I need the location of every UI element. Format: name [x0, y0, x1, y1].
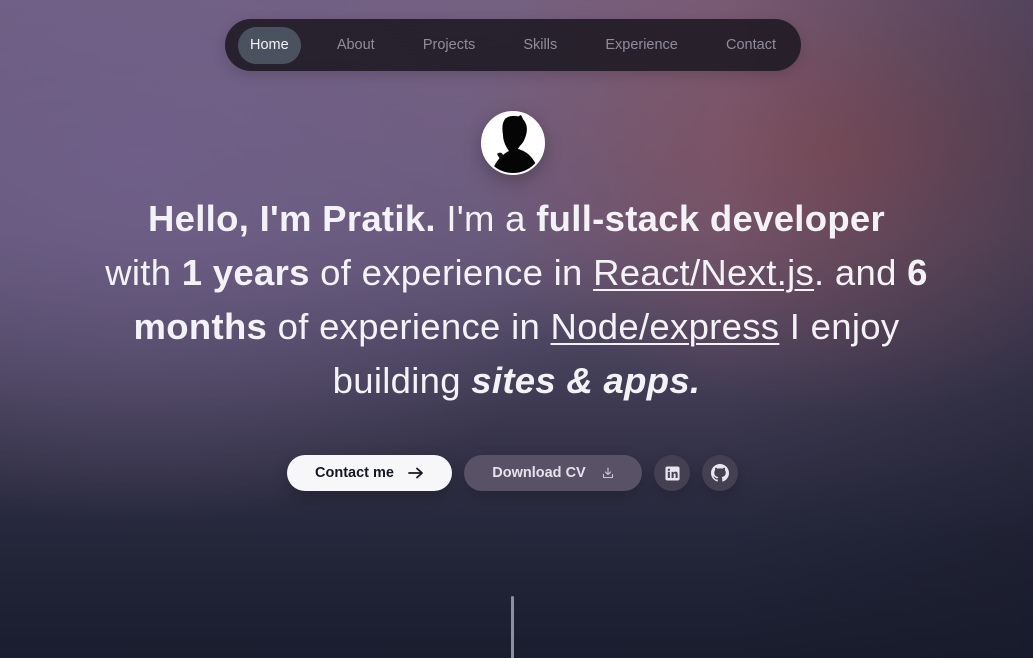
download-icon	[602, 467, 614, 479]
nav-skills[interactable]: Skills	[511, 27, 569, 64]
hero-years: 1 years	[181, 252, 310, 293]
react-next-link[interactable]: React/Next.js	[593, 252, 814, 293]
arrow-right-icon	[408, 467, 424, 479]
download-cv-label: Download CV	[492, 465, 586, 481]
linkedin-icon	[664, 465, 680, 481]
top-navigation: Home About Projects Skills Experience Co…	[225, 19, 801, 71]
hero-text: with	[105, 252, 182, 293]
hero-greeting: Hello, I'm Pratik.	[147, 198, 436, 239]
contact-me-label: Contact me	[315, 465, 394, 481]
hero-sites-apps: sites & apps.	[471, 360, 701, 401]
hero-text: . and	[814, 252, 908, 293]
profile-avatar	[481, 111, 545, 175]
nav-contact[interactable]: Contact	[714, 27, 788, 64]
hero-role: full-stack developer	[536, 198, 886, 239]
nav-home[interactable]: Home	[238, 26, 301, 64]
hero-text: I'm a	[435, 198, 537, 239]
profile-silhouette-icon	[483, 113, 543, 173]
linkedin-button[interactable]	[654, 455, 690, 491]
github-button[interactable]	[702, 455, 738, 491]
nav-projects[interactable]: Projects	[411, 27, 487, 64]
hero-headline: Hello, I'm Pratik. I'm a full-stack deve…	[100, 192, 933, 408]
hero-text: of experience in	[267, 306, 551, 347]
nav-experience[interactable]: Experience	[593, 27, 690, 64]
nav-about[interactable]: About	[325, 27, 387, 64]
contact-me-button[interactable]: Contact me	[287, 455, 452, 491]
section-divider-line	[511, 596, 514, 658]
github-icon	[711, 464, 729, 482]
hero-actions: Contact me Download CV	[0, 455, 1033, 492]
download-cv-button[interactable]: Download CV	[464, 455, 642, 491]
node-express-link[interactable]: Node/express	[551, 306, 780, 347]
hero-text: of experience in	[309, 252, 594, 293]
